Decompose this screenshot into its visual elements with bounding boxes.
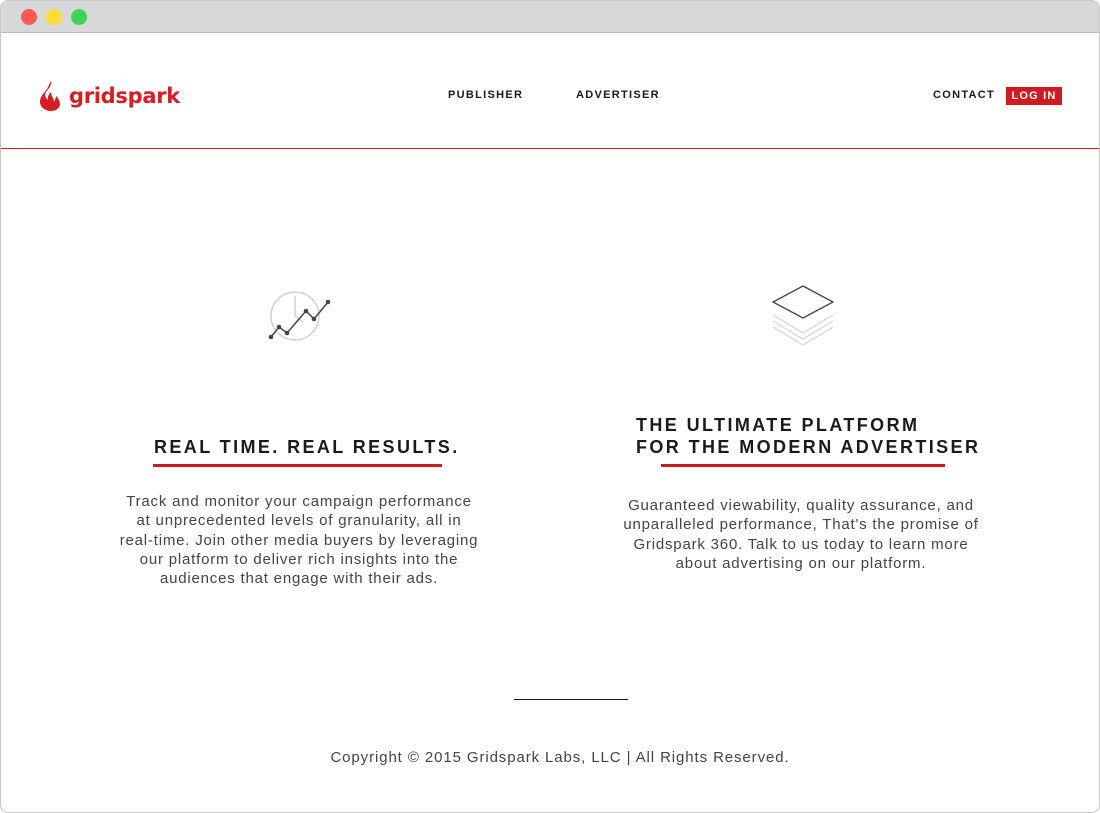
footer-divider xyxy=(514,699,628,700)
nav-contact-link[interactable]: CONTACT xyxy=(933,89,995,101)
description-line: Gridspark 360. Talk to us today to learn… xyxy=(633,535,969,553)
description-line: at unprecedented levels of granularity, … xyxy=(136,512,462,530)
description-line: audiences that engage with their ads. xyxy=(159,570,439,588)
title-underline xyxy=(661,464,945,467)
copyright-text: Copyright © 2015 Gridspark Labs, LLC | A… xyxy=(330,749,790,766)
nav-advertiser-link[interactable]: ADVERTISER xyxy=(576,89,660,101)
title-underline xyxy=(153,464,442,467)
feature-title-line: REAL TIME. REAL RESULTS. xyxy=(154,437,460,457)
realtime-chart-icon xyxy=(268,291,331,341)
close-window-button[interactable] xyxy=(21,9,37,25)
feature-title-platform: THE ULTIMATE PLATFORM FOR THE MODERN ADV… xyxy=(636,414,980,458)
description-line: unparalleled performance, That's the pro… xyxy=(623,516,979,534)
maximize-window-button[interactable] xyxy=(71,9,87,25)
feature-description-realtime: Track and monitor your campaign performa… xyxy=(99,492,499,588)
feature-title-line: THE ULTIMATE PLATFORM xyxy=(636,415,920,435)
feature-title-line: FOR THE MODERN ADVERTISER xyxy=(636,437,981,457)
feature-description-platform: Guaranteed viewability, quality assuranc… xyxy=(601,496,1001,573)
login-button[interactable]: LOG IN xyxy=(1006,87,1062,105)
description-line: real-time. Join other media buyers by le… xyxy=(119,531,479,549)
nav-publisher-link[interactable]: PUBLISHER xyxy=(448,89,523,101)
description-line: Track and monitor your campaign performa… xyxy=(126,493,472,510)
description-line: our platform to deliver rich insights in… xyxy=(139,550,459,568)
browser-window: gridspark PUBLISHER ADVERTISER CONTACT L… xyxy=(0,0,1100,813)
flame-icon xyxy=(40,81,60,111)
brand-logo[interactable]: gridspark xyxy=(39,80,180,112)
description-line: about advertising on our platform. xyxy=(675,554,927,572)
description-line: Guaranteed viewability, quality assuranc… xyxy=(628,497,974,514)
minimize-window-button[interactable] xyxy=(46,9,62,25)
feature-title-realtime: REAL TIME. REAL RESULTS. xyxy=(154,436,460,458)
window-titlebar xyxy=(1,1,1099,33)
brand-name: gridspark xyxy=(69,84,180,108)
layers-icon xyxy=(771,285,835,346)
site-header: gridspark PUBLISHER ADVERTISER CONTACT L… xyxy=(1,33,1099,149)
